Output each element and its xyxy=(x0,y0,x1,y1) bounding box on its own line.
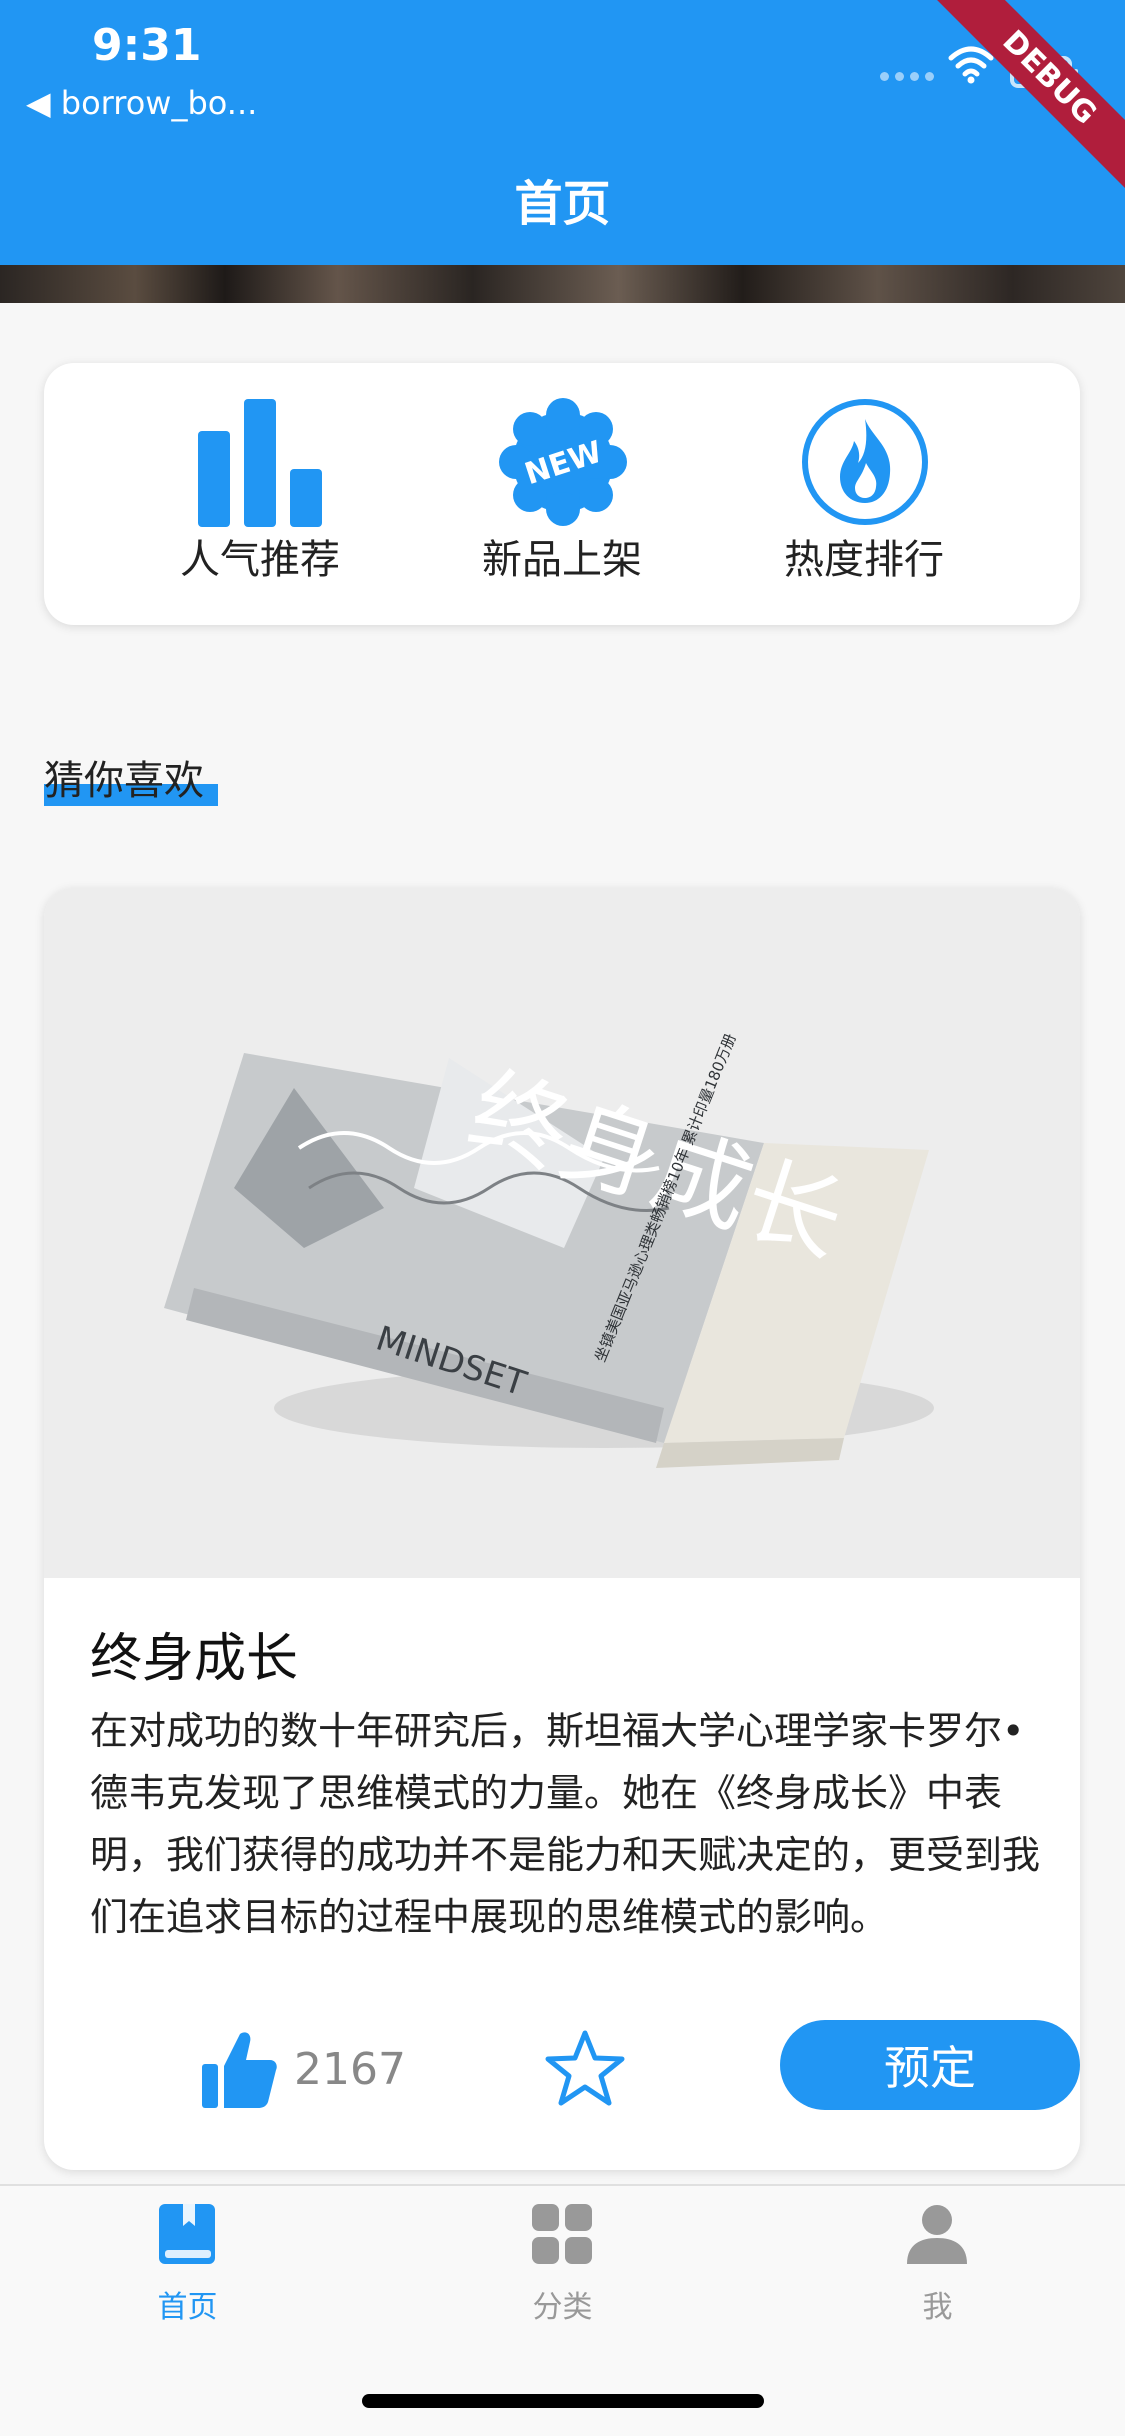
home-indicator xyxy=(362,2394,764,2408)
new-badge-icon: NEW xyxy=(499,398,627,526)
tab-profile[interactable]: 我 xyxy=(750,2186,1125,2336)
quick-actions-card: 人气推荐 NEW 新品上架 热度排行 xyxy=(44,363,1080,625)
reserve-button[interactable]: 预定 xyxy=(780,2020,1080,2110)
signal-icon xyxy=(880,72,936,81)
like-count: 2167 xyxy=(294,2044,406,2095)
person-icon xyxy=(907,2205,967,2264)
bar-chart-icon xyxy=(198,399,322,527)
quick-action-trending[interactable]: 热度排行 xyxy=(714,363,1014,625)
tab-category[interactable]: 分类 xyxy=(375,2186,750,2336)
star-icon[interactable] xyxy=(544,2028,626,2110)
tab-label: 首页 xyxy=(157,2290,218,2325)
fire-icon xyxy=(802,399,928,525)
quick-action-new-arrivals[interactable]: NEW 新品上架 xyxy=(412,363,712,625)
page-title: 首页 xyxy=(514,176,611,232)
tab-label: 我 xyxy=(922,2290,953,2325)
back-to-app-link[interactable]: ◀ borrow_bo... xyxy=(26,84,257,122)
tab-home[interactable]: 首页 xyxy=(0,2186,375,2336)
book-icon xyxy=(159,2204,215,2264)
banner-image-edge xyxy=(0,265,1125,303)
app-bar: 9:31 ◀ borrow_bo... 首页 DEBUG xyxy=(0,0,1125,265)
quick-action-popular[interactable]: 人气推荐 xyxy=(110,363,410,625)
quick-action-label: 人气推荐 xyxy=(180,537,340,583)
section-title-recommended: 猜你喜欢 xyxy=(44,748,218,806)
quick-action-label: 热度排行 xyxy=(784,537,944,583)
book-cover-image: 终身成长 MINDSET 坐镇美国亚马逊心理类畅销榜10年 累计印量180万册 xyxy=(44,888,1080,1578)
book-card[interactable]: 终身成长 MINDSET 坐镇美国亚马逊心理类畅销榜10年 累计印量180万册 … xyxy=(44,888,1080,2170)
status-time: 9:31 xyxy=(92,20,202,71)
book-description: 在对成功的数十年研究后，斯坦福大学心理学家卡罗尔•德韦克发现了思维模式的力量。她… xyxy=(90,1709,1041,1939)
book-title: 终身成长 xyxy=(90,1629,299,1689)
quick-action-label: 新品上架 xyxy=(482,537,642,583)
thumbs-up-icon[interactable] xyxy=(200,2028,278,2110)
grid-icon xyxy=(532,2204,592,2264)
tab-label: 分类 xyxy=(532,2290,593,2325)
